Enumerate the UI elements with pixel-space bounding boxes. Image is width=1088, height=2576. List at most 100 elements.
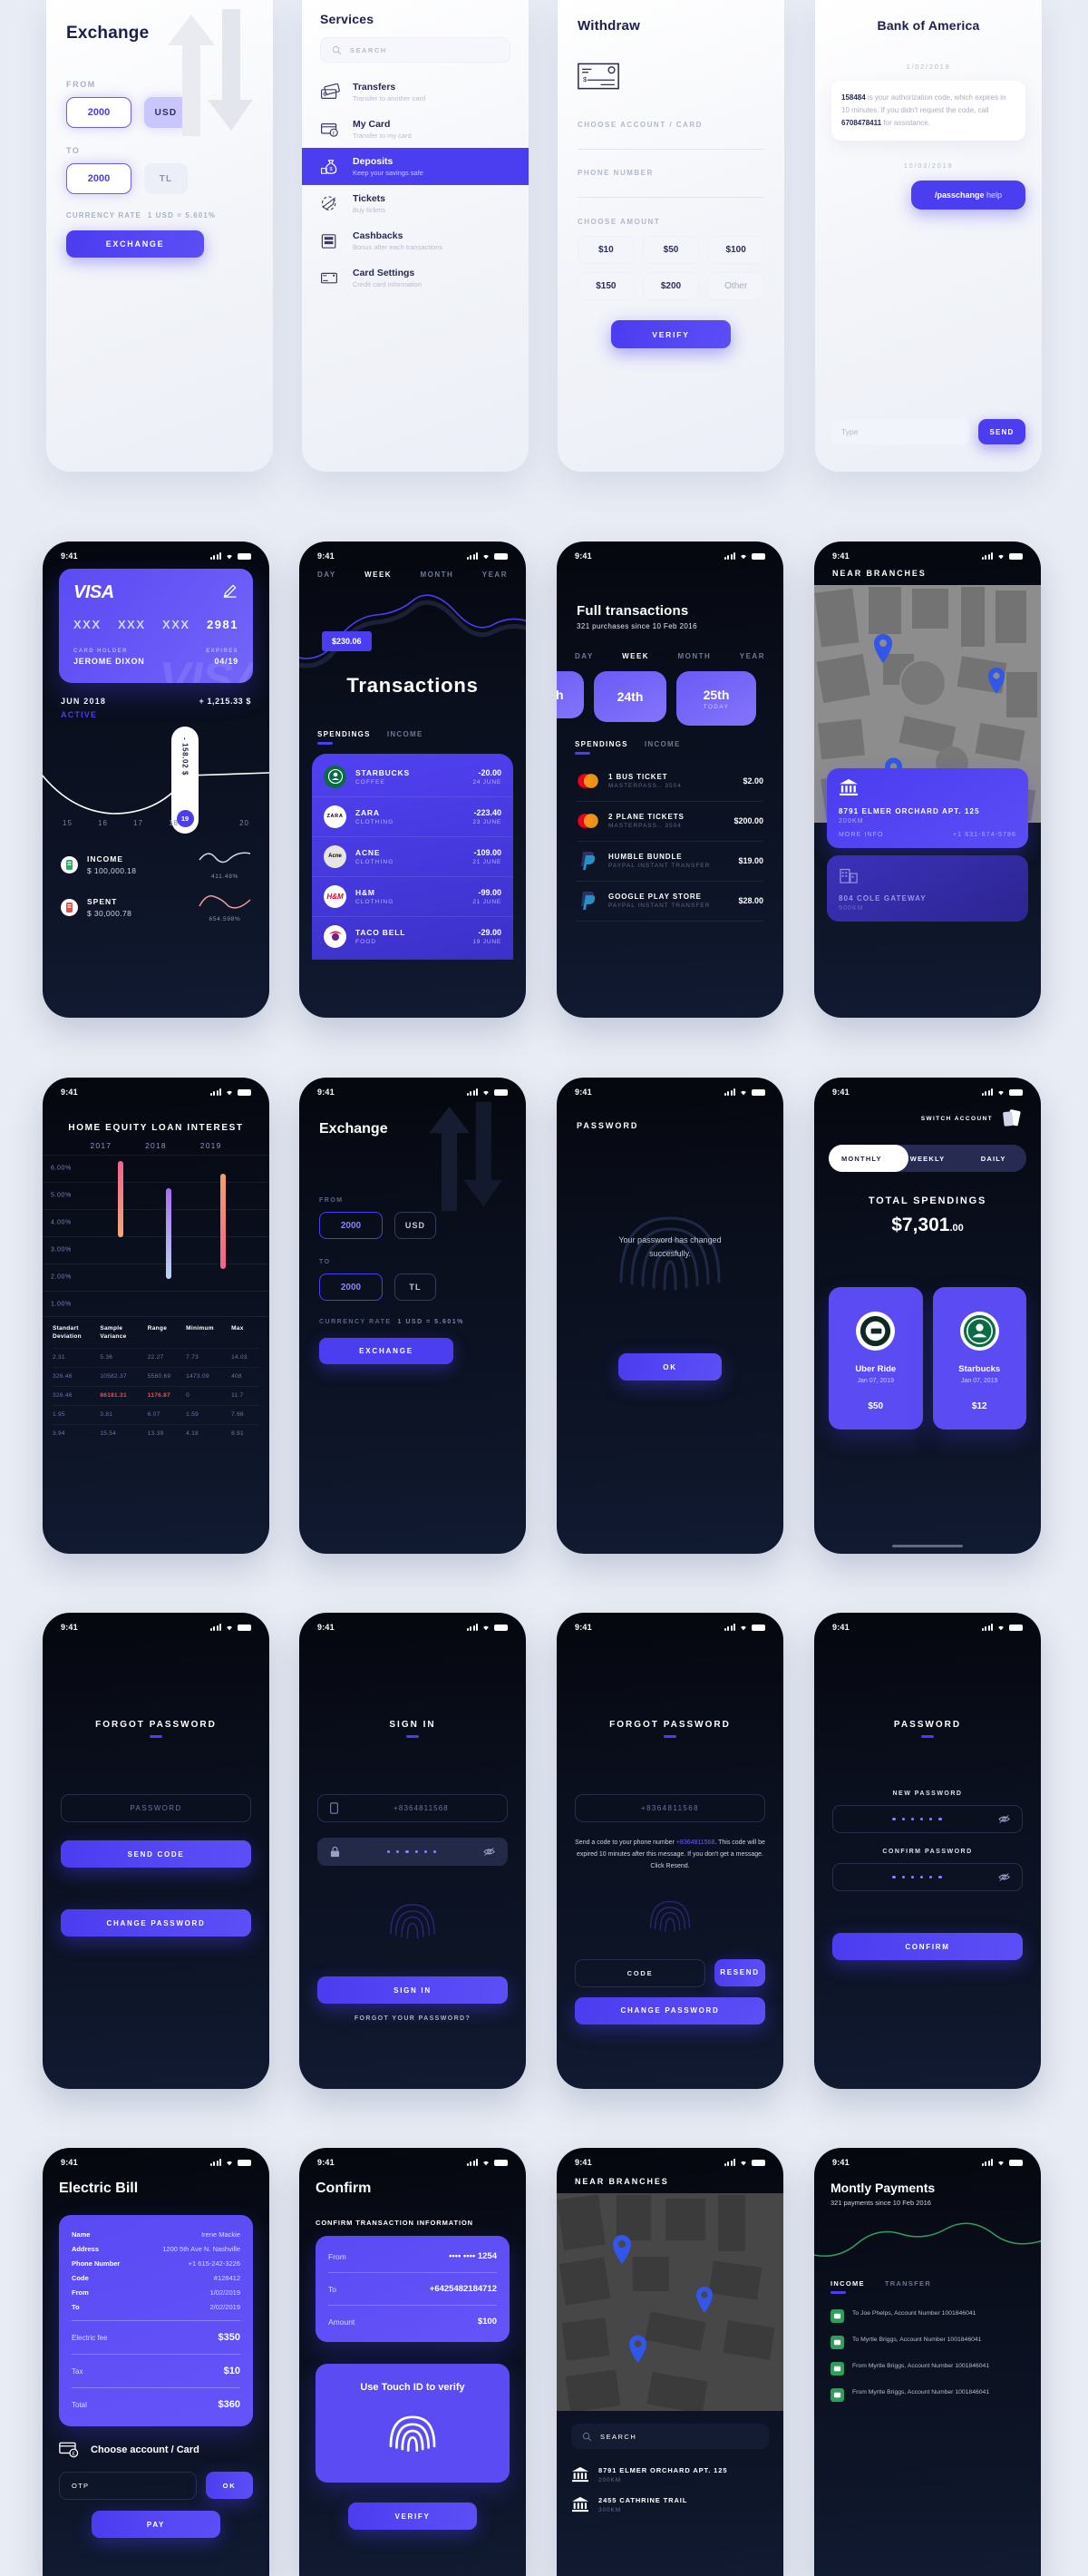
tab-month[interactable]: MONTH bbox=[421, 571, 454, 579]
send-code-button[interactable]: SEND CODE bbox=[61, 1840, 251, 1868]
day-chip[interactable]: 3th bbox=[557, 671, 584, 718]
to-amount-input[interactable]: 2000 bbox=[66, 163, 131, 194]
service-item-my-card[interactable]: £ My Card Transfer to my card bbox=[302, 111, 529, 148]
spending-card[interactable]: Starbucks Jan 07, 2019 $12 bbox=[932, 1287, 1026, 1429]
service-item-tickets[interactable]: Tickets Buy tickets bbox=[302, 185, 529, 222]
password-input[interactable]: PASSWORD bbox=[61, 1794, 251, 1822]
tab-income[interactable]: INCOME bbox=[831, 2279, 865, 2288]
edit-icon[interactable] bbox=[223, 582, 238, 598]
tab-year[interactable]: YEAR bbox=[740, 652, 765, 660]
account-input[interactable] bbox=[578, 149, 764, 150]
fingerprint-icon[interactable] bbox=[387, 1893, 438, 1944]
subtab-spendings[interactable]: SPENDINGS bbox=[317, 730, 371, 738]
send-button[interactable]: SEND bbox=[978, 419, 1025, 444]
payment-row[interactable]: To Joe Phelps, Account Number 1001846041 bbox=[831, 2303, 1025, 2329]
amount-option[interactable]: $100 bbox=[707, 236, 764, 264]
tab-month[interactable]: MONTH bbox=[678, 652, 712, 660]
spending-card[interactable]: Uber Ride Jan 07, 2019 $50 bbox=[829, 1287, 923, 1429]
transaction-row[interactable]: 1 BUS TICKET MASTERPASS.. 3504 $2.00 bbox=[577, 762, 763, 802]
search-input[interactable]: SEARCH bbox=[320, 37, 510, 63]
new-password-input[interactable] bbox=[832, 1805, 1023, 1833]
password-input[interactable] bbox=[317, 1838, 508, 1866]
ok-button[interactable]: OK bbox=[206, 2472, 253, 2499]
phone-input[interactable] bbox=[578, 197, 764, 198]
to-currency-select[interactable]: TL bbox=[394, 1273, 436, 1301]
pay-button[interactable]: PAY bbox=[92, 2511, 220, 2538]
signal-icon bbox=[209, 2159, 221, 2166]
amount-option[interactable]: $10 bbox=[578, 236, 635, 264]
subtab-income[interactable]: INCOME bbox=[645, 740, 681, 755]
service-item-card-settings[interactable]: Card Settings Credit card information bbox=[302, 259, 529, 297]
tab-day[interactable]: DAY bbox=[317, 571, 336, 579]
tab-daily[interactable]: DAILY bbox=[960, 1155, 1026, 1163]
switch-account-label[interactable]: SWITCH ACCOUNT bbox=[921, 1115, 993, 1124]
sign-in-button[interactable]: SIGN IN bbox=[317, 1976, 508, 2004]
tab-week[interactable]: WEEK bbox=[622, 652, 649, 660]
service-item-transfers[interactable]: Transfers Transfer to another card bbox=[302, 73, 529, 111]
transaction-row[interactable]: ZARA ZARA CLOTHING -223.40 23 JUNE bbox=[312, 797, 513, 837]
tab-transfer[interactable]: TRANSFER bbox=[885, 2279, 931, 2294]
service-item-deposits[interactable]: $ Deposits Keep your savings safe bbox=[302, 148, 529, 185]
touch-id-card[interactable]: Use Touch ID to verify bbox=[316, 2364, 510, 2483]
service-item-cashbacks[interactable]: Cashbacks Bonus after each transactions bbox=[302, 222, 529, 259]
branch-list-item[interactable]: 8791 ELMER ORCHARD APT. 125 200KM bbox=[557, 2460, 783, 2490]
verify-button[interactable]: VERIFY bbox=[611, 320, 731, 348]
switch-cards-icon[interactable] bbox=[1001, 1108, 1023, 1130]
confirm-button[interactable]: CONFIRM bbox=[832, 1933, 1023, 1960]
transaction-row[interactable]: H&M H&M CLOTHING -99.00 21 JUNE bbox=[312, 877, 513, 917]
map-view[interactable] bbox=[557, 2193, 783, 2411]
to-amount-input[interactable]: 2000 bbox=[319, 1273, 383, 1301]
payment-row[interactable]: From Myrtle Briggs, Account Number 10018… bbox=[831, 2382, 1025, 2408]
amount-option-other[interactable]: Other bbox=[707, 272, 764, 300]
code-input[interactable]: CODE bbox=[575, 1958, 705, 1987]
credit-card[interactable]: VISA VISA XXX XXX XXX 2981 CARD HOLDER J… bbox=[59, 569, 253, 683]
confirm-password-input[interactable] bbox=[832, 1863, 1023, 1891]
card-group-1: XXX bbox=[73, 618, 102, 631]
exchange-button[interactable]: EXCHANGE bbox=[66, 230, 204, 258]
exchange-button[interactable]: EXCHANGE bbox=[319, 1338, 453, 1364]
day-chip-today[interactable]: 25th TODAY bbox=[676, 671, 756, 726]
forgot-password-link[interactable]: FORGOT YOUR PASSWORD? bbox=[317, 2015, 508, 2022]
tab-week[interactable]: WEEK bbox=[364, 571, 392, 579]
amount-option[interactable]: $150 bbox=[578, 272, 635, 300]
from-currency-select[interactable]: USD bbox=[394, 1212, 436, 1239]
tab-monthly[interactable]: MONTHLY bbox=[829, 1155, 895, 1163]
payment-row[interactable]: To Myrtle Briggs, Account Number 1001846… bbox=[831, 2329, 1025, 2356]
branch-card[interactable]: 8791 ELMER ORCHARD APT. 125 200KM MORE I… bbox=[827, 768, 1028, 848]
phone-input[interactable]: +8364811568 bbox=[575, 1794, 765, 1822]
tab-weekly[interactable]: WEEKLY bbox=[895, 1155, 961, 1163]
change-password-button[interactable]: CHANGE PASSWORD bbox=[575, 1996, 765, 2025]
tab-year[interactable]: YEAR bbox=[482, 571, 508, 579]
otp-input[interactable]: OTP bbox=[59, 2472, 197, 2500]
amount-option[interactable]: $200 bbox=[642, 272, 700, 300]
eye-off-icon[interactable] bbox=[483, 1847, 495, 1857]
search-input[interactable]: SEARCH bbox=[571, 2424, 769, 2449]
verify-button[interactable]: VERIFY bbox=[348, 2503, 477, 2530]
more-info-link[interactable]: MORE INFO bbox=[839, 832, 884, 838]
transaction-row[interactable]: TACO BELL FOOD -29.00 19 JUNE bbox=[312, 917, 513, 956]
change-password-button[interactable]: CHANGE PASSWORD bbox=[61, 1909, 251, 1937]
branch-card[interactable]: 804 COLE GATEWAY 500KM bbox=[827, 855, 1028, 922]
subtab-income[interactable]: INCOME bbox=[387, 730, 423, 745]
subtab-spendings[interactable]: SPENDINGS bbox=[575, 740, 628, 748]
chat-input[interactable]: Type bbox=[831, 419, 970, 444]
transaction-row[interactable]: 2 PLANE TICKETS MASTERPASS.. 3504 $200.0… bbox=[577, 802, 763, 842]
eye-off-icon[interactable] bbox=[998, 1872, 1010, 1882]
from-amount-input[interactable]: 2000 bbox=[319, 1212, 383, 1239]
transaction-row[interactable]: Acne ACNE CLOTHING -109.00 21 JUNE bbox=[312, 837, 513, 877]
from-amount-input[interactable]: 2000 bbox=[66, 97, 131, 128]
amount-option[interactable]: $50 bbox=[642, 236, 700, 264]
resend-button[interactable]: RESEND bbox=[714, 1958, 765, 1986]
transaction-row[interactable]: STARBUCKS COFFEE -20.00 24 JUNE bbox=[312, 757, 513, 797]
branch-phone[interactable]: +1 831-674-5786 bbox=[953, 832, 1016, 838]
phone-input[interactable]: +8364811568 bbox=[317, 1794, 508, 1822]
eye-off-icon[interactable] bbox=[998, 1814, 1010, 1824]
day-chip[interactable]: 24th bbox=[594, 671, 666, 722]
payment-row[interactable]: From Myrtle Briggs, Account Number 10018… bbox=[831, 2356, 1025, 2382]
ok-button[interactable]: OK bbox=[618, 1353, 722, 1381]
tab-day[interactable]: DAY bbox=[575, 652, 594, 660]
branch-list-item[interactable]: 2455 CATHRINE TRAIL 300KM bbox=[557, 2490, 783, 2520]
transaction-row[interactable]: HUMBLE BUNDLE PAYPAL INSTANT TRANSFER $1… bbox=[577, 842, 763, 882]
to-currency-select[interactable]: TL bbox=[144, 163, 188, 194]
transaction-row[interactable]: GOOGLE PLAY STORE PAYPAL INSTANT TRANSFE… bbox=[577, 882, 763, 922]
